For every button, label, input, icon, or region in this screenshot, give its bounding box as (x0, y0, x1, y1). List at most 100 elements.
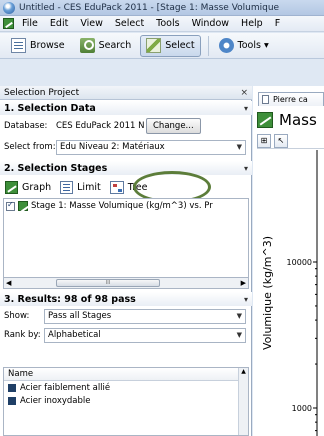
section-results-heading: 3. Results: 98 of 98 pass (4, 293, 136, 305)
section-selection-data[interactable]: 1. Selection Data ▾ (0, 101, 252, 115)
section-selection-data-heading: 1. Selection Data (4, 102, 96, 114)
stage-toolbar: Graph Limit Tree (0, 178, 252, 196)
app-icon (3, 1, 15, 14)
name-column-label: Name (8, 369, 34, 379)
select-icon (146, 38, 162, 53)
scroll-thumb-grip: III (105, 280, 111, 286)
graph-stage-button[interactable]: Graph (5, 180, 52, 194)
document-icon (262, 95, 269, 104)
collapse-chevron-icon[interactable]: ▾ (244, 164, 248, 173)
material-icon (8, 396, 16, 405)
pointer-icon[interactable]: ↖ (274, 133, 288, 148)
menu-select[interactable]: Select (109, 18, 150, 29)
menu-truncated[interactable]: F (269, 18, 286, 29)
main-toolbar: Browse Search Select Tools ▾ (0, 33, 324, 59)
search-button[interactable]: Search (74, 35, 138, 57)
material-icon (8, 383, 16, 392)
select-from-value: Edu Niveau 2: Matériaux (60, 142, 165, 152)
limit-stage-button[interactable]: Limit (60, 180, 101, 194)
search-label: Search (98, 40, 132, 51)
collapse-chevron-icon[interactable]: ▾ (244, 295, 248, 304)
panel-title-bar: Selection Project × (0, 86, 252, 100)
select-button[interactable]: Select (140, 34, 201, 57)
select-from-row: Select from: Edu Niveau 2: Matériaux ▼ (0, 139, 252, 155)
scroll-right-icon[interactable]: ▶ (241, 279, 246, 287)
menu-tools[interactable]: Tools (150, 18, 185, 29)
graph-icon (257, 112, 273, 128)
stages-horizontal-scrollbar[interactable]: ◀ III ▶ (3, 277, 249, 289)
chart-title: Mass (279, 111, 317, 129)
menu-view[interactable]: View (74, 18, 109, 29)
document-tab[interactable]: Pierre ca (258, 92, 324, 106)
select-from-label: Select from: (4, 142, 56, 152)
section-selection-stages-heading: 2. Selection Stages (4, 162, 108, 174)
menu-window[interactable]: Window (186, 18, 235, 29)
scroll-up-icon[interactable]: ▲ (241, 368, 246, 375)
chart-panel: Pierre ca Mass ⊞ ↖ 10000 1000 Volumique (… (253, 86, 324, 436)
y-tick-label: 1000 (292, 404, 312, 413)
stage-checkbox[interactable] (6, 200, 15, 211)
stages-list: Stage 1: Masse Volumique (kg/m^3) vs. Pr (3, 198, 249, 284)
toolbar-separator (207, 35, 209, 56)
rank-row: Rank by: Alphabetical ▼ (0, 327, 252, 343)
panel-title: Selection Project (4, 87, 80, 98)
graph-icon (5, 180, 18, 194)
tools-icon (218, 38, 234, 53)
tree-stage-button[interactable]: Tree (109, 180, 148, 194)
close-icon[interactable]: × (240, 88, 248, 98)
result-name: Acier inoxydable (20, 395, 91, 406)
collapse-chevron-icon[interactable]: ▾ (244, 104, 248, 113)
limit-icon (60, 180, 74, 194)
menu-file[interactable]: File (16, 18, 44, 29)
document-tab-label: Pierre ca (273, 95, 308, 104)
limit-label: Limit (77, 181, 101, 193)
section-selection-stages[interactable]: 2. Selection Stages ▾ (0, 161, 252, 175)
list-item[interactable]: Acier inoxydable (4, 394, 248, 407)
list-item[interactable]: Acier faiblement allié (4, 381, 248, 394)
stage-label: Stage 1: Masse Volumique (kg/m^3) vs. Pr (31, 201, 213, 211)
results-column-header[interactable]: Name (4, 368, 248, 381)
y-tick-label: 10000 (287, 258, 312, 267)
show-dropdown[interactable]: Pass all Stages ▼ (44, 308, 246, 324)
chart-title-bar: Mass (257, 109, 324, 131)
stage-item[interactable]: Stage 1: Masse Volumique (kg/m^3) vs. Pr (4, 199, 248, 213)
graph-icon (18, 201, 28, 211)
rank-dropdown[interactable]: Alphabetical ▼ (44, 327, 246, 343)
tree-label: Tree (127, 181, 148, 193)
dropdown-arrow-icon: ▼ (236, 312, 242, 320)
scroll-left-icon[interactable]: ◀ (6, 279, 11, 287)
search-icon (79, 38, 95, 53)
result-name: Acier faiblement allié (20, 382, 111, 393)
menu-edit[interactable]: Edit (44, 18, 74, 29)
tools-button[interactable]: Tools ▾ (213, 35, 275, 57)
show-label: Show: (4, 311, 30, 321)
scroll-thumb[interactable]: III (56, 279, 160, 287)
select-label: Select (165, 40, 195, 51)
y-ticks: 10000 1000 (287, 258, 317, 432)
menu-help[interactable]: Help (235, 18, 269, 29)
change-database-button[interactable]: Change... (146, 118, 201, 134)
browse-label: Browse (30, 40, 65, 51)
rank-label: Rank by: (4, 330, 41, 340)
window-title: Untitled - CES EduPack 2011 - [Stage 1: … (19, 2, 280, 13)
database-value: CES EduPack 2011 N (56, 121, 145, 131)
graph-label: Graph (22, 181, 52, 193)
tree-icon (109, 180, 124, 194)
database-row: Database: CES EduPack 2011 N Change... (0, 117, 252, 135)
show-value: Pass all Stages (48, 311, 112, 321)
dropdown-arrow-icon: ▼ (236, 143, 242, 151)
y-axis-label: Volumique (kg/m^3) (261, 236, 274, 350)
rank-value: Alphabetical (48, 330, 101, 340)
chart-plot: 10000 1000 Volumique (kg/m^3) (261, 150, 318, 436)
results-vertical-scrollbar[interactable]: ▲ (238, 368, 248, 435)
results-list: Name Acier faiblement allié Acier inoxyd… (3, 367, 249, 436)
show-row: Show: Pass all Stages ▼ (0, 308, 252, 324)
chart-tool-icon[interactable]: ⊞ (257, 133, 271, 148)
browse-icon (11, 38, 26, 53)
select-from-dropdown[interactable]: Edu Niveau 2: Matériaux ▼ (56, 139, 246, 155)
graph-app-icon (3, 18, 14, 29)
menu-bar: File Edit View Select Tools Window Help … (0, 16, 324, 32)
section-results[interactable]: 3. Results: 98 of 98 pass ▾ (0, 292, 252, 306)
dropdown-arrow-icon: ▼ (236, 331, 242, 339)
browse-button[interactable]: Browse (5, 35, 71, 57)
